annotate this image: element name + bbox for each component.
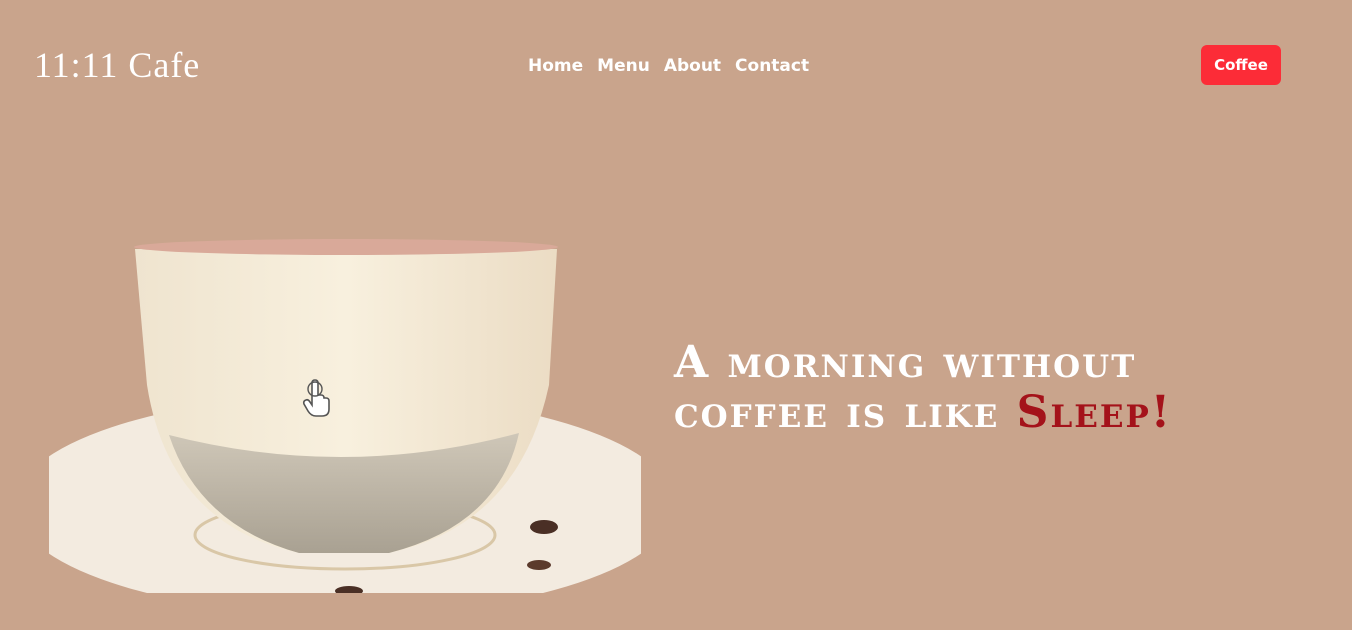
- headline-accent: Sleep!: [1016, 387, 1173, 438]
- headline-line-2: coffee is like: [674, 387, 1017, 438]
- hand-pointer-icon: [302, 379, 330, 417]
- nav-about[interactable]: About: [664, 54, 721, 78]
- site-header: 11:11 Cafe Home Menu About Contact Coffe…: [0, 0, 1352, 130]
- nav-menu[interactable]: Menu: [597, 54, 650, 78]
- nav-contact[interactable]: Contact: [735, 54, 809, 78]
- coffee-cup-3d-viewer[interactable]: [49, 235, 641, 593]
- coffee-cup-illustration: [49, 235, 641, 593]
- headline-line-1: A morning without: [674, 337, 1137, 388]
- main-nav: Home Menu About Contact: [528, 54, 809, 78]
- coffee-button[interactable]: Coffee: [1201, 45, 1281, 85]
- nav-home[interactable]: Home: [528, 54, 583, 78]
- hero-headline: A morning without coffee is like Sleep!: [674, 338, 1294, 438]
- logo[interactable]: 11:11 Cafe: [34, 44, 200, 86]
